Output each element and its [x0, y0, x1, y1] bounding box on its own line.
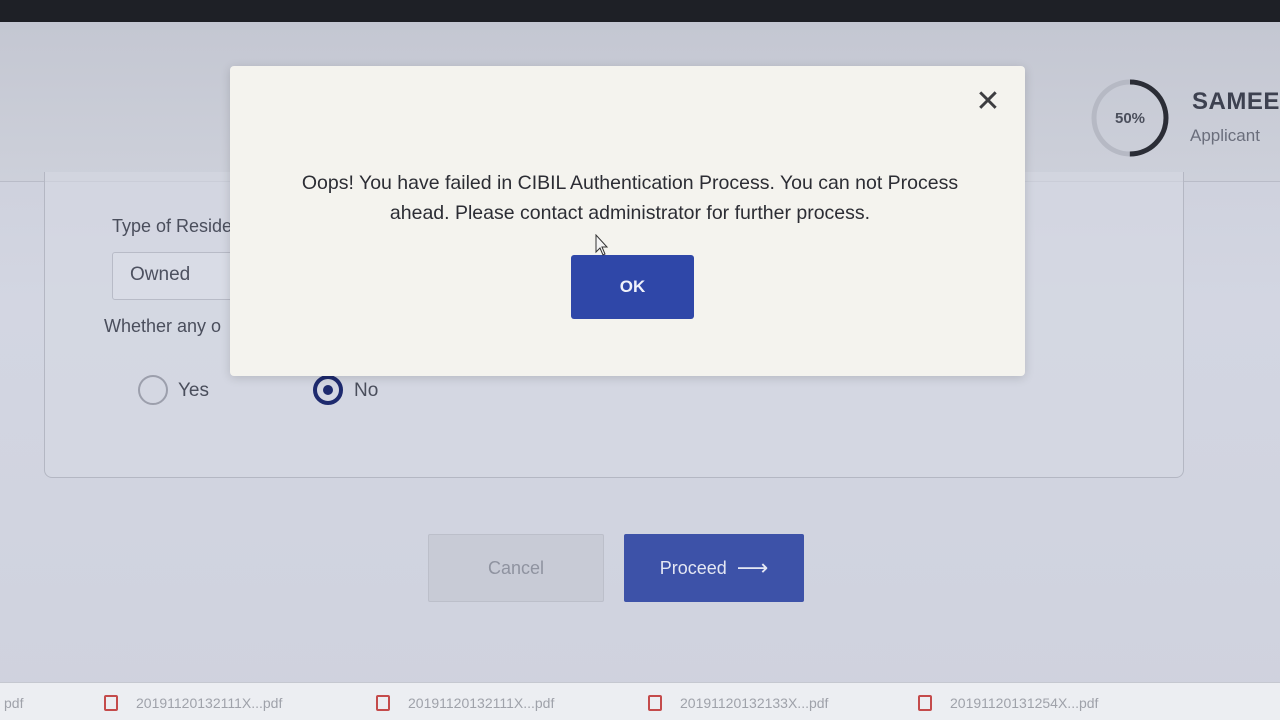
radio-yes-label: Yes [178, 380, 209, 401]
radio-no-label: No [354, 380, 379, 401]
user-name: SAMEE [1192, 88, 1280, 115]
dialog-message: Oops! You have failed in CIBIL Authentic… [301, 172, 959, 224]
arrow-right-icon: ⟶ [736, 555, 769, 580]
mouse-cursor-icon [595, 234, 609, 256]
proceed-button[interactable]: Proceed ⟶ [624, 534, 804, 602]
download-item[interactable]: pdf [4, 695, 23, 711]
question-label: Whether any o [104, 316, 222, 336]
residence-type-value: Owned [130, 264, 191, 285]
cancel-button[interactable]: Cancel [428, 534, 604, 602]
download-item[interactable]: 20191120132111X...pdf [376, 695, 554, 711]
residence-type-label: Type of Reside [112, 216, 233, 236]
user-role: Applicant [1190, 126, 1260, 145]
pdf-icon [918, 695, 932, 711]
close-icon[interactable]: ✕ [973, 87, 1003, 118]
download-name: 20191120132111X...pdf [136, 695, 283, 711]
download-name: 20191120132111X...pdf [408, 695, 555, 711]
download-item[interactable]: 20191120131254X...pdf [918, 695, 1098, 711]
ok-button[interactable]: OK [571, 255, 694, 319]
download-name: 20191120132133X...pdf [680, 695, 829, 711]
download-name: pdf [4, 695, 24, 711]
download-item[interactable]: 20191120132133X...pdf [648, 695, 828, 711]
pdf-icon [104, 695, 118, 711]
download-item[interactable]: 20191120132111X...pdf [104, 695, 282, 711]
proceed-label: Proceed [659, 557, 727, 578]
radio-no[interactable] [313, 375, 343, 405]
radio-yes[interactable] [138, 375, 168, 405]
progress-label: 50% [1114, 109, 1146, 127]
pdf-icon [648, 695, 662, 711]
download-name: 20191120131254X...pdf [950, 695, 1099, 711]
error-dialog: ✕ Oops! You have failed in CIBIL Authent… [230, 66, 1025, 376]
pdf-icon [376, 695, 390, 711]
download-bar: pdf 20191120132111X...pdf 20191120132111… [0, 682, 1280, 720]
app-screen: 50% SAMEE Applicant Type of Reside Owned… [0, 22, 1280, 720]
